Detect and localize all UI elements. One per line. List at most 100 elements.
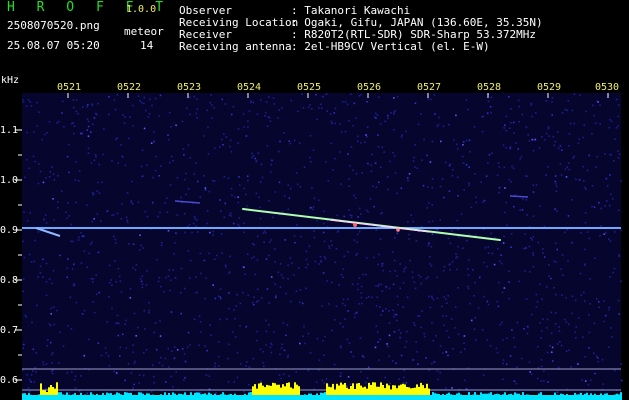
noise-speck	[427, 98, 430, 100]
noise-speck	[487, 246, 489, 248]
noise-speck	[510, 246, 512, 248]
noise-speck	[316, 337, 319, 340]
noise-speck	[555, 261, 557, 263]
noise-speck	[413, 324, 416, 327]
noise-speck	[75, 160, 77, 163]
noise-speck	[73, 284, 75, 287]
noise-speck	[413, 322, 415, 324]
noise-speck	[22, 240, 24, 243]
noise-speck	[126, 221, 129, 223]
noise-speck	[87, 147, 90, 150]
noise-speck	[57, 206, 59, 209]
noise-speck	[265, 111, 267, 114]
noise-speck	[589, 278, 591, 280]
noise-speck	[375, 285, 377, 287]
noise-speck	[151, 104, 153, 107]
noise-speck	[189, 277, 191, 280]
noise-speck	[323, 382, 325, 384]
noise-speck	[532, 184, 534, 187]
noise-speck	[555, 323, 557, 325]
noise-speck	[418, 274, 420, 277]
noise-speck	[129, 297, 132, 299]
noise-speck	[288, 197, 291, 199]
noise-speck	[260, 163, 263, 165]
noise-speck	[90, 131, 92, 133]
noise-speck	[449, 242, 452, 245]
noise-speck	[203, 259, 206, 262]
noise-speck	[565, 350, 568, 352]
noise-speck	[603, 300, 605, 302]
noise-speck	[505, 363, 508, 366]
noise-speck	[46, 345, 49, 347]
noise-speck	[454, 327, 456, 329]
noise-speck	[433, 361, 435, 364]
noise-speck	[83, 250, 86, 252]
noise-speck	[449, 163, 452, 166]
noise-speck	[617, 157, 620, 159]
noise-speck	[593, 322, 596, 325]
noise-speck	[509, 145, 512, 148]
noise-speck	[592, 352, 595, 355]
noise-speck	[81, 106, 84, 108]
noise-speck	[588, 331, 591, 334]
noise-speck	[464, 379, 466, 382]
x-tick-label: 0523	[177, 82, 201, 93]
noise-speck	[452, 347, 454, 350]
noise-speck	[37, 182, 40, 185]
noise-speck	[420, 282, 423, 285]
noise-speck	[91, 220, 93, 223]
noise-speck	[206, 210, 209, 212]
noise-speck	[577, 142, 580, 145]
noise-speck	[530, 102, 532, 105]
noise-speck	[531, 239, 533, 241]
noise-speck	[310, 161, 312, 163]
noise-speck	[199, 196, 202, 198]
noise-speck	[558, 330, 561, 332]
noise-speck	[53, 323, 55, 326]
noise-speck	[74, 387, 77, 389]
noise-speck	[45, 222, 48, 224]
noise-speck	[510, 121, 512, 124]
noise-speck	[247, 126, 249, 129]
noise-speck	[277, 271, 280, 274]
meteor-label: meteor	[124, 25, 164, 38]
noise-speck	[118, 322, 120, 325]
noise-speck	[159, 211, 161, 214]
noise-speck	[497, 248, 499, 250]
noise-speck	[551, 114, 553, 116]
noise-speck	[91, 123, 94, 125]
noise-speck	[61, 112, 63, 114]
noise-speck	[442, 270, 445, 272]
noise-speck	[387, 114, 389, 117]
noise-speck	[477, 307, 480, 309]
noise-speck	[254, 157, 256, 160]
noise-speck	[329, 113, 332, 115]
noise-speck	[224, 103, 227, 105]
noise-speck	[239, 302, 242, 305]
noise-speck	[116, 94, 119, 96]
noise-speck	[567, 260, 569, 262]
noise-speck	[330, 120, 333, 123]
noise-speck	[585, 110, 587, 113]
noise-speck	[445, 351, 448, 353]
noise-speck	[595, 166, 597, 169]
noise-speck	[353, 316, 356, 319]
noise-speck	[28, 391, 31, 393]
noise-speck	[584, 300, 586, 302]
noise-speck	[232, 331, 234, 333]
noise-speck	[400, 136, 403, 138]
noise-speck	[151, 201, 154, 204]
noise-speck	[396, 232, 399, 235]
noise-speck	[144, 210, 147, 213]
noise-speck	[62, 100, 64, 103]
noise-speck	[33, 381, 36, 383]
noise-speck	[283, 194, 286, 197]
noise-speck	[83, 354, 86, 357]
noise-speck	[193, 173, 195, 176]
noise-speck	[396, 275, 398, 277]
noise-speck	[403, 376, 405, 379]
noise-speck	[448, 190, 451, 192]
noise-speck	[122, 333, 124, 336]
noise-speck	[344, 318, 346, 320]
noise-speck	[372, 185, 374, 187]
